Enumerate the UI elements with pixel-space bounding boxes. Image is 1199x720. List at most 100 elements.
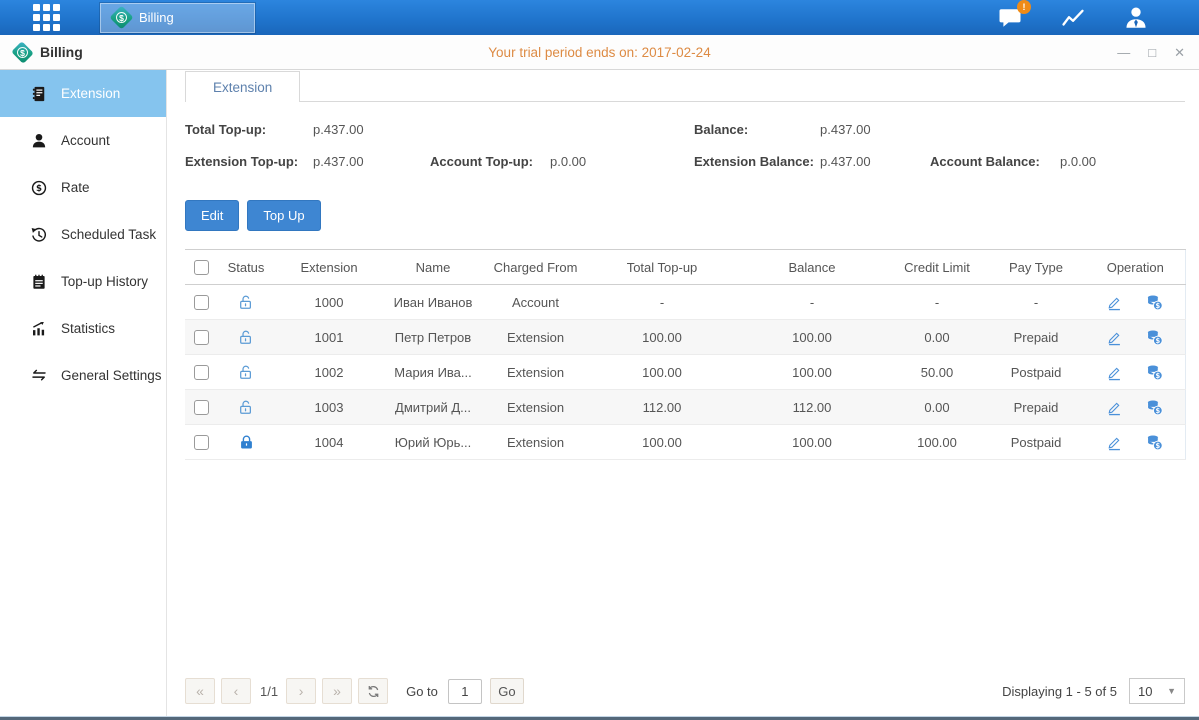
cell-credit-limit: - bbox=[888, 285, 986, 320]
resource-monitor-icon[interactable] bbox=[1059, 6, 1087, 30]
cell-extension: 1001 bbox=[275, 320, 383, 355]
sidebar: Extension Account $ Rate Scheduled Task … bbox=[0, 70, 167, 716]
edit-row-icon[interactable] bbox=[1106, 399, 1123, 416]
cell-name: Дмитрий Д... bbox=[383, 390, 483, 425]
edit-row-icon[interactable] bbox=[1106, 434, 1123, 451]
page-size-select[interactable]: 10 ▼ bbox=[1129, 678, 1185, 704]
clock-history-icon bbox=[30, 226, 48, 244]
cell-pay-type: Prepaid bbox=[986, 320, 1086, 355]
messages-icon[interactable]: ! bbox=[997, 6, 1023, 30]
table-row[interactable]: 1004 Юрий Юрь... Extension 100.00 100.00… bbox=[185, 425, 1185, 460]
col-operation: Operation bbox=[1086, 250, 1185, 285]
edit-row-icon[interactable] bbox=[1106, 294, 1123, 311]
svg-text:$: $ bbox=[1156, 441, 1161, 449]
goto-label: Go to bbox=[406, 684, 438, 699]
cell-extension: 1003 bbox=[275, 390, 383, 425]
edit-button[interactable]: Edit bbox=[185, 200, 239, 231]
user-account-icon[interactable] bbox=[1123, 5, 1149, 31]
row-checkbox[interactable] bbox=[194, 365, 209, 380]
cell-total-topup: 100.00 bbox=[588, 425, 736, 460]
svg-text:$: $ bbox=[1156, 336, 1161, 344]
sidebar-item-label: General Settings bbox=[61, 368, 162, 383]
sidebar-item-account[interactable]: Account bbox=[0, 117, 166, 164]
sidebar-item-scheduled-task[interactable]: Scheduled Task bbox=[0, 211, 166, 258]
select-all-checkbox[interactable] bbox=[194, 260, 209, 275]
svg-text:$: $ bbox=[1156, 371, 1161, 379]
top-up-button[interactable]: Top Up bbox=[247, 200, 320, 231]
sidebar-item-extension[interactable]: Extension bbox=[0, 70, 166, 117]
cell-total-topup: - bbox=[588, 285, 736, 320]
edit-row-icon[interactable] bbox=[1106, 364, 1123, 381]
unlock-icon bbox=[238, 399, 255, 416]
sidebar-item-label: Top-up History bbox=[61, 274, 148, 289]
account-balance-label: Account Balance: bbox=[930, 154, 1060, 169]
top-up-row-icon[interactable]: $ bbox=[1145, 293, 1164, 312]
col-status: Status bbox=[217, 250, 275, 285]
tab-extension[interactable]: Extension bbox=[185, 71, 300, 102]
row-checkbox[interactable] bbox=[194, 330, 209, 345]
unlock-icon bbox=[238, 364, 255, 381]
col-extension: Extension bbox=[275, 250, 383, 285]
svg-text:$: $ bbox=[1156, 301, 1161, 309]
balance-label: Balance: bbox=[694, 122, 820, 137]
sidebar-item-rate[interactable]: $ Rate bbox=[0, 164, 166, 211]
pagination-bar: « ‹ 1/1 › » Go to Go Displaying 1 - 5 of… bbox=[185, 678, 1185, 716]
table-row[interactable]: 1002 Мария Ива... Extension 100.00 100.0… bbox=[185, 355, 1185, 390]
table-row[interactable]: 1003 Дмитрий Д... Extension 112.00 112.0… bbox=[185, 390, 1185, 425]
account-topup-value: p.0.00 bbox=[550, 154, 694, 169]
next-page-button[interactable]: › bbox=[286, 678, 316, 704]
table-row[interactable]: 1000 Иван Иванов Account - - - - $ bbox=[185, 285, 1185, 320]
cell-balance: - bbox=[736, 285, 888, 320]
first-page-button[interactable]: « bbox=[185, 678, 215, 704]
last-page-button[interactable]: » bbox=[322, 678, 352, 704]
extension-balance-label: Extension Balance: bbox=[694, 154, 820, 169]
sidebar-item-label: Account bbox=[61, 133, 110, 148]
cell-pay-type: Postpaid bbox=[986, 355, 1086, 390]
billing-app-icon: $ bbox=[109, 5, 133, 29]
topbar-tab-billing[interactable]: $ Billing bbox=[100, 3, 255, 33]
top-up-row-icon[interactable]: $ bbox=[1145, 363, 1164, 382]
cell-total-topup: 100.00 bbox=[588, 355, 736, 390]
sidebar-item-statistics[interactable]: Statistics bbox=[0, 305, 166, 352]
total-topup-value: p.437.00 bbox=[313, 122, 430, 137]
top-up-row-icon[interactable]: $ bbox=[1145, 328, 1164, 347]
prev-page-button[interactable]: ‹ bbox=[221, 678, 251, 704]
top-up-row-icon[interactable]: $ bbox=[1145, 433, 1164, 452]
app-grid-icon[interactable] bbox=[33, 4, 60, 31]
sidebar-item-topup-history[interactable]: Top-up History bbox=[0, 258, 166, 305]
unlock-icon bbox=[238, 294, 255, 311]
cell-balance: 100.00 bbox=[736, 320, 888, 355]
table-row[interactable]: 1001 Петр Петров Extension 100.00 100.00… bbox=[185, 320, 1185, 355]
row-checkbox[interactable] bbox=[194, 295, 209, 310]
page-indicator: 1/1 bbox=[260, 684, 278, 699]
refresh-button[interactable] bbox=[358, 678, 388, 704]
displaying-text: Displaying 1 - 5 of 5 bbox=[1002, 684, 1117, 699]
extension-table: Status Extension Name Charged From Total… bbox=[185, 249, 1186, 460]
notepad-icon bbox=[30, 273, 48, 291]
maximize-button[interactable]: □ bbox=[1148, 46, 1156, 59]
ledger-icon bbox=[30, 85, 48, 103]
top-up-row-icon[interactable]: $ bbox=[1145, 398, 1164, 417]
col-credit-limit: Credit Limit bbox=[888, 250, 986, 285]
edit-row-icon[interactable] bbox=[1106, 329, 1123, 346]
go-button[interactable]: Go bbox=[490, 678, 524, 704]
sidebar-item-label: Statistics bbox=[61, 321, 115, 336]
lock-icon bbox=[238, 434, 255, 451]
row-checkbox[interactable] bbox=[194, 435, 209, 450]
billing-app-window: $ Billing ! $ Billing Your trial period … bbox=[0, 0, 1199, 720]
cell-extension: 1004 bbox=[275, 425, 383, 460]
cell-charged-from: Extension bbox=[483, 390, 588, 425]
sidebar-item-general-settings[interactable]: General Settings bbox=[0, 352, 166, 399]
close-button[interactable]: ✕ bbox=[1174, 46, 1185, 59]
minimize-button[interactable]: — bbox=[1117, 46, 1130, 59]
goto-page-input[interactable] bbox=[448, 679, 482, 704]
cell-credit-limit: 0.00 bbox=[888, 390, 986, 425]
cell-total-topup: 112.00 bbox=[588, 390, 736, 425]
dollar-coin-icon: $ bbox=[30, 179, 48, 197]
window-title: Billing bbox=[40, 44, 83, 60]
svg-text:$: $ bbox=[1156, 406, 1161, 414]
extension-topup-value: p.437.00 bbox=[313, 154, 430, 169]
row-checkbox[interactable] bbox=[194, 400, 209, 415]
sidebar-item-label: Scheduled Task bbox=[61, 227, 156, 242]
cell-credit-limit: 0.00 bbox=[888, 320, 986, 355]
